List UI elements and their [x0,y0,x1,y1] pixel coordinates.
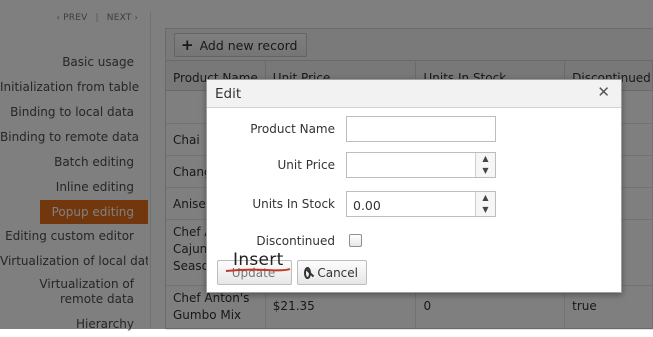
cancel-button[interactable]: Cancel [297,260,367,285]
close-icon[interactable]: ✕ [597,85,610,100]
units-in-stock-input[interactable]: 0.00 ▲ ▼ [346,191,496,217]
unit-price-row: Unit Price ▲ ▼ [207,152,623,178]
product-name-label: Product Name [250,122,335,136]
dialog-titlebar: Edit ✕ [207,80,621,108]
spin-up-icon[interactable]: ▲ [476,192,495,204]
units-in-stock-row: Units In Stock 0.00 ▲ ▼ [207,191,623,217]
units-in-stock-label: Units In Stock [252,197,335,211]
spin-down-icon[interactable]: ▼ [476,165,495,177]
units-in-stock-value: 0.00 [353,198,381,213]
discontinued-label: Discontinued [256,234,335,248]
units-in-stock-spinner: ▲ ▼ [475,192,495,216]
unit-price-spinner: ▲ ▼ [475,153,495,177]
insert-annotation: Insert [233,250,284,270]
cancel-icon [304,266,312,279]
spin-up-icon[interactable]: ▲ [476,153,495,165]
product-name-input[interactable] [346,116,496,142]
cancel-button-label: Cancel [317,265,358,280]
discontinued-checkbox[interactable] [349,234,362,247]
unit-price-input[interactable]: ▲ ▼ [346,152,496,178]
unit-price-label: Unit Price [277,158,335,172]
product-name-row: Product Name [207,116,623,142]
spin-down-icon[interactable]: ▼ [476,204,495,216]
dialog-title: Edit [215,86,242,102]
